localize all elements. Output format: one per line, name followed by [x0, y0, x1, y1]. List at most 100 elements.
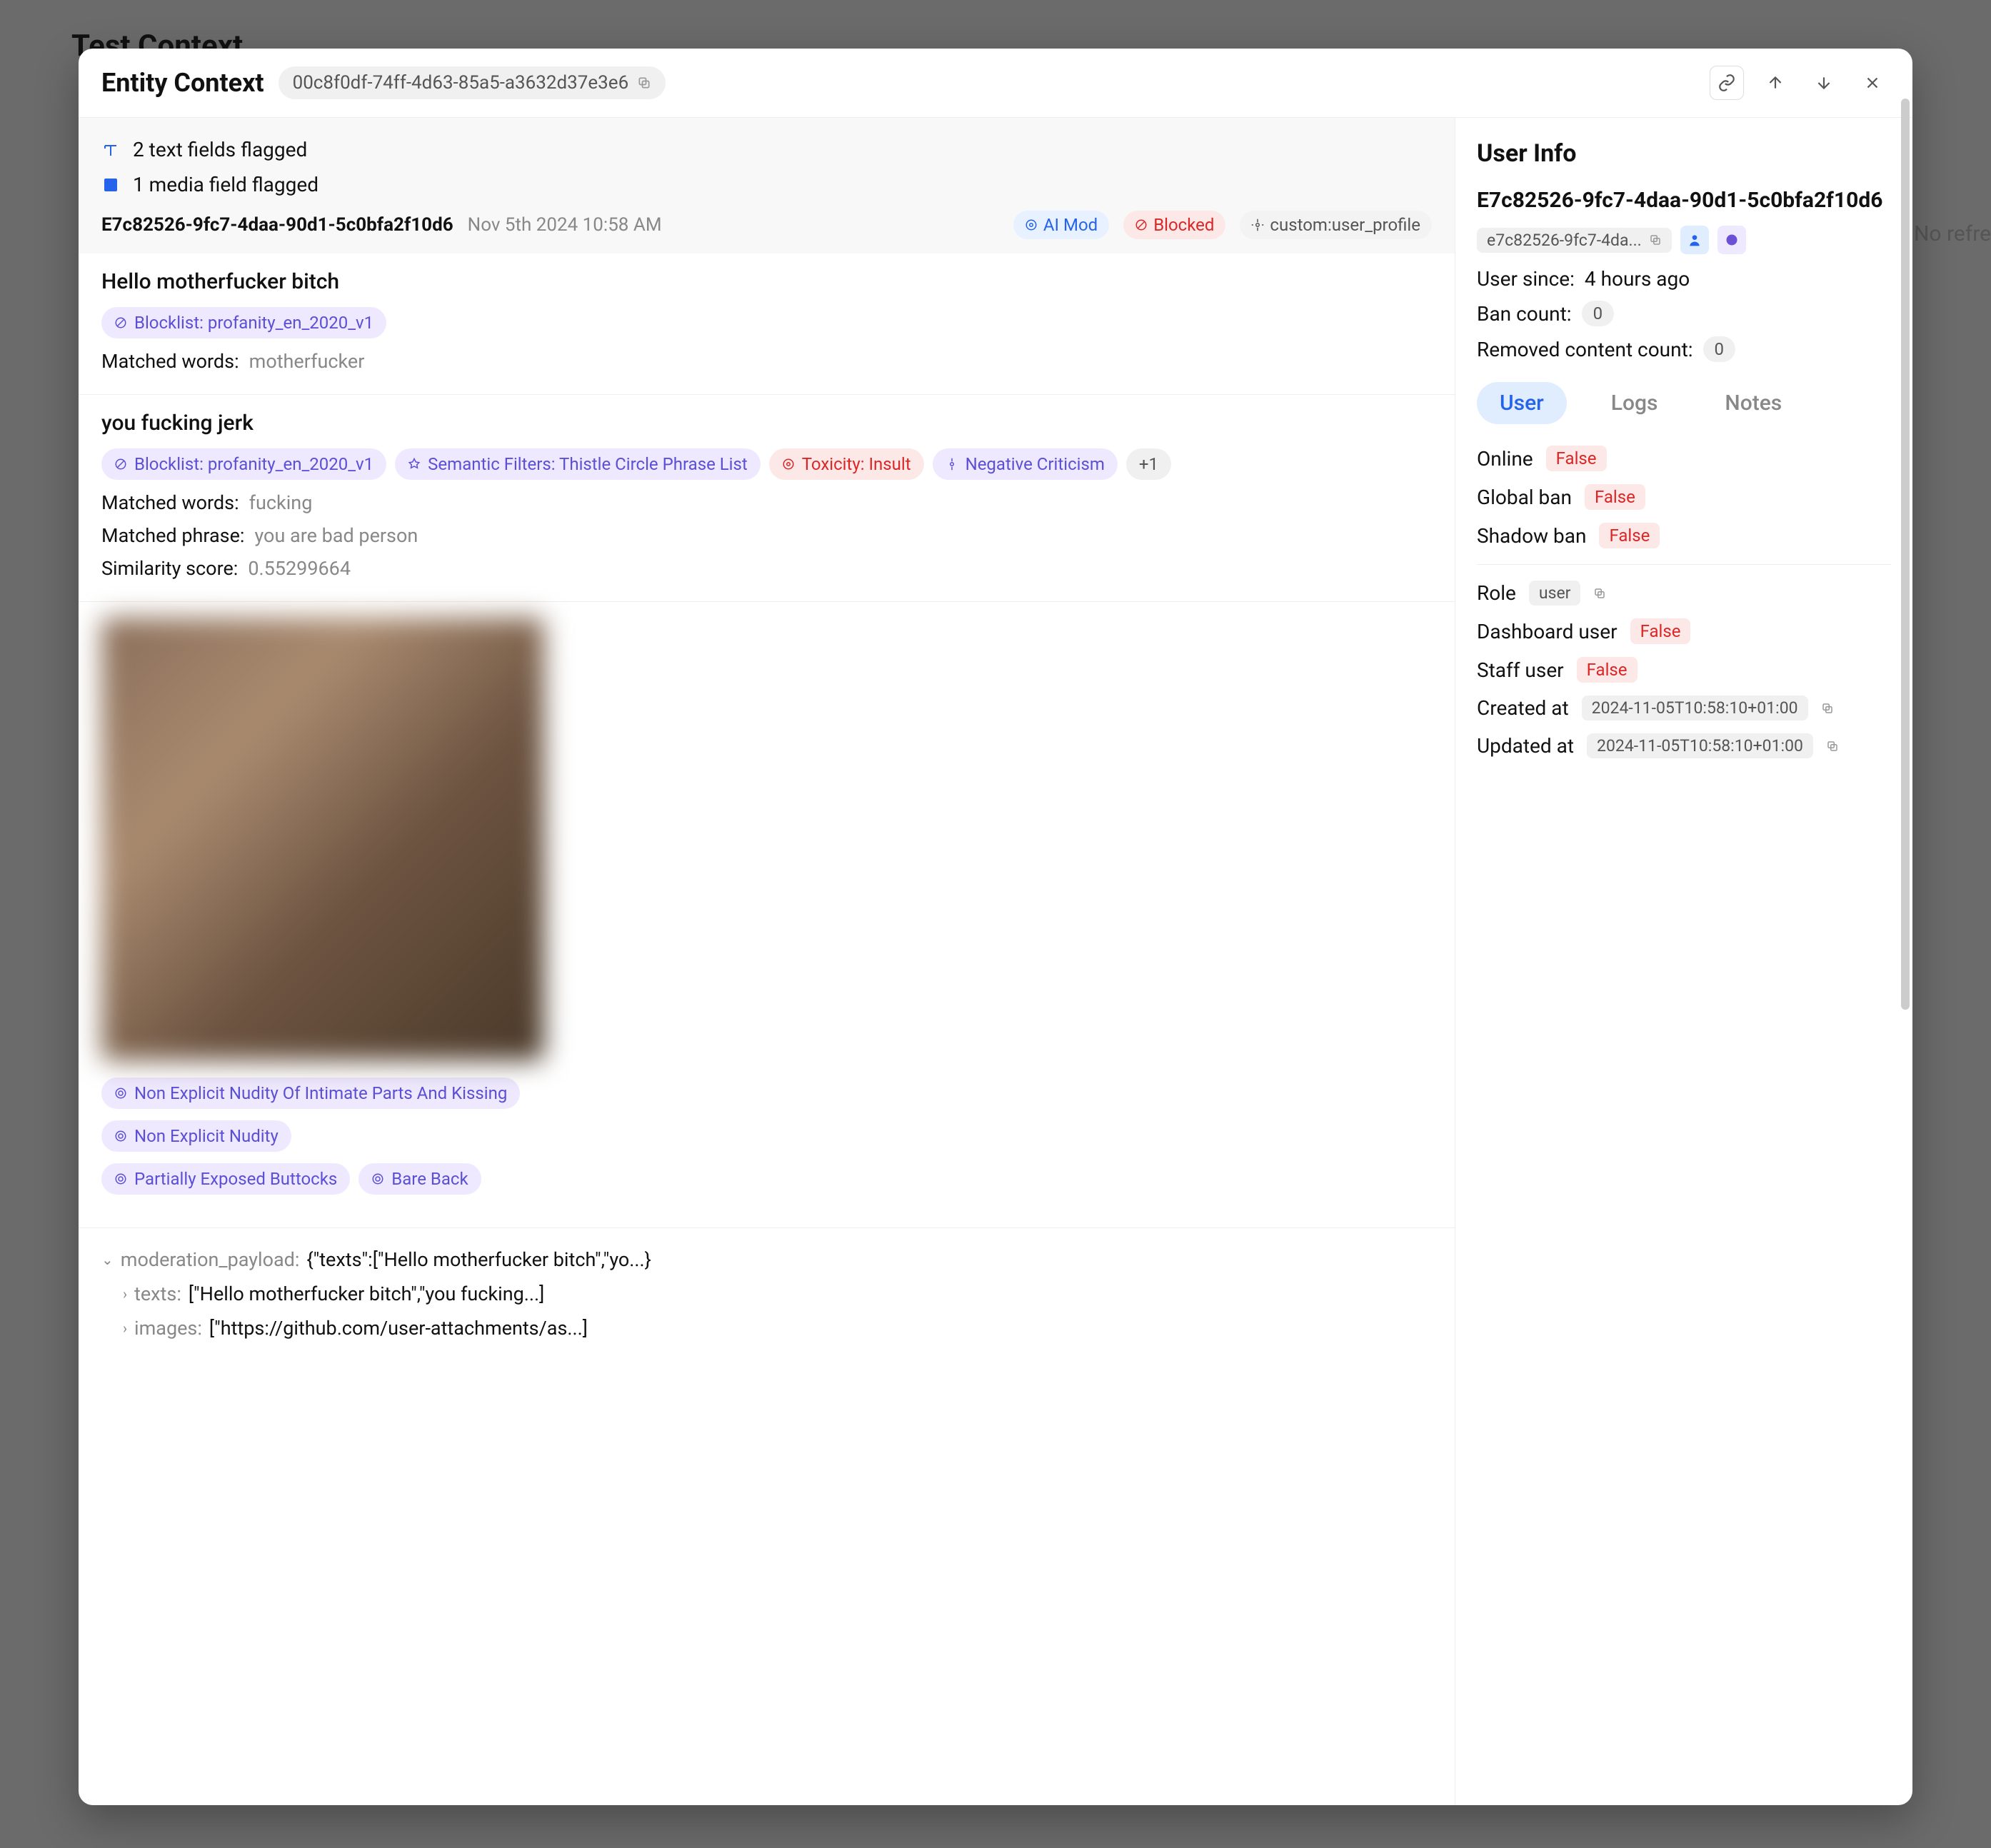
scrollbar-thumb[interactable] — [1901, 99, 1910, 1010]
semantic-filter-tag[interactable]: Semantic Filters: Thistle Circle Phrase … — [395, 448, 761, 480]
payload-root-row[interactable]: ⌄ moderation_payload: {"texts":["Hello m… — [101, 1242, 1432, 1277]
user-since-value: 4 hours ago — [1585, 267, 1690, 291]
modal-header: Entity Context 00c8f0df-74ff-4d63-85a5-a… — [79, 49, 1912, 118]
online-label: Online — [1477, 447, 1533, 471]
arrow-down-button[interactable] — [1807, 66, 1841, 100]
copy-icon[interactable] — [1826, 740, 1839, 753]
matched-words-value: motherfucker — [249, 350, 365, 373]
custom-type-pill: custom:user_profile — [1240, 211, 1432, 239]
nudity-tag-3[interactable]: Partially Exposed Buttocks — [101, 1163, 350, 1195]
copy-icon[interactable] — [1821, 702, 1834, 715]
nudity-tag-1-text: Non Explicit Nudity Of Intimate Parts An… — [134, 1083, 507, 1103]
sidebar-tabs: User Logs Notes — [1477, 382, 1891, 424]
blocked-text: Blocked — [1153, 215, 1214, 235]
media-flag-row: 1 media field flagged — [101, 167, 1432, 202]
payload-images-row[interactable]: › images: ["https://github.com/user-atta… — [101, 1311, 1432, 1345]
user-short-id-pill: e7c82526-9fc7-4da... — [1477, 228, 1672, 253]
payload-value: {"texts":["Hello motherfucker bitch","yo… — [306, 1248, 651, 1271]
semantic-filter-text: Semantic Filters: Thistle Circle Phrase … — [428, 454, 748, 474]
payload-texts-value: ["Hello motherfucker bitch","you fucking… — [189, 1282, 544, 1305]
chevron-down-icon: ⌄ — [101, 1251, 114, 1268]
matched-words-value-2: fucking — [249, 491, 313, 514]
shadow-ban-label: Shadow ban — [1477, 524, 1586, 548]
nudity-tag-4[interactable]: Bare Back — [358, 1163, 481, 1195]
tab-user[interactable]: User — [1477, 382, 1567, 424]
online-value: False — [1546, 446, 1607, 471]
nudity-tag-2-text: Non Explicit Nudity — [134, 1126, 279, 1146]
tab-notes[interactable]: Notes — [1702, 382, 1805, 424]
tab-logs[interactable]: Logs — [1588, 382, 1681, 424]
flagged-image[interactable] — [101, 618, 544, 1060]
updated-at-value: 2024-11-05T10:58:10+01:00 — [1587, 733, 1813, 758]
nudity-tag-2[interactable]: Non Explicit Nudity — [101, 1120, 291, 1152]
payload-key: moderation_payload: — [121, 1248, 300, 1271]
settings-icon[interactable] — [1717, 226, 1746, 254]
chevron-right-icon: › — [123, 1285, 127, 1302]
role-label: Role — [1477, 581, 1516, 605]
created-at-value: 2024-11-05T10:58:10+01:00 — [1582, 695, 1808, 720]
blocklist-tag[interactable]: Blocklist: profanity_en_2020_v1 — [101, 307, 386, 338]
main-content-panel: 2 text fields flagged 1 media field flag… — [79, 118, 1455, 1805]
user-info-panel: User Info E7c82526-9fc7-4daa-90d1-5c0bfa… — [1455, 118, 1912, 1805]
staff-user-value: False — [1577, 657, 1638, 683]
text-flag-label: 2 text fields flagged — [133, 138, 307, 161]
toxicity-tag[interactable]: Toxicity: Insult — [769, 448, 924, 480]
created-at-label: Created at — [1477, 696, 1569, 720]
ai-mod-pill: AI Mod — [1013, 211, 1109, 239]
flagged-text-2: you fucking jerk — [101, 411, 1432, 436]
flagged-text-1: Hello motherfucker bitch — [101, 269, 1432, 294]
payload-images-value: ["https://github.com/user-attachments/as… — [209, 1317, 588, 1340]
matched-phrase-label: Matched phrase: — [101, 524, 244, 547]
blocked-pill: Blocked — [1123, 211, 1225, 239]
payload-texts-key: texts: — [134, 1282, 181, 1305]
scrollbar[interactable] — [1901, 99, 1910, 1755]
matched-words-label: Matched words: — [101, 350, 239, 373]
entity-context-modal: Entity Context 00c8f0df-74ff-4d63-85a5-a… — [79, 49, 1912, 1805]
nudity-tag-1[interactable]: Non Explicit Nudity Of Intimate Parts An… — [101, 1078, 520, 1109]
payload-section: ⌄ moderation_payload: {"texts":["Hello m… — [79, 1228, 1455, 1360]
similarity-label: Similarity score: — [101, 557, 238, 580]
link-button[interactable] — [1710, 66, 1744, 100]
ai-mod-text: AI Mod — [1043, 215, 1098, 235]
close-button[interactable] — [1855, 66, 1890, 100]
matched-words-label-2: Matched words: — [101, 491, 239, 514]
chevron-right-icon: › — [123, 1320, 127, 1337]
user-info-title: User Info — [1477, 139, 1891, 168]
blocklist-2-text: Blocklist: profanity_en_2020_v1 — [134, 454, 373, 474]
meta-row: E7c82526-9fc7-4daa-90d1-5c0bfa2f10d6 Nov… — [101, 202, 1432, 239]
blocklist-text: Blocklist: profanity_en_2020_v1 — [134, 313, 373, 333]
staff-user-label: Staff user — [1477, 658, 1564, 682]
updated-at-label: Updated at — [1477, 734, 1574, 758]
global-ban-label: Global ban — [1477, 486, 1572, 509]
user-short-id: e7c82526-9fc7-4da... — [1487, 231, 1642, 250]
toxicity-text: Toxicity: Insult — [802, 454, 911, 474]
ban-count-label: Ban count: — [1477, 302, 1572, 326]
similarity-value: 0.55299664 — [248, 557, 351, 580]
custom-type-text: custom:user_profile — [1270, 215, 1420, 235]
copy-icon[interactable] — [637, 76, 651, 90]
media-flag-label: 1 media field flagged — [133, 173, 319, 196]
entity-date: Nov 5th 2024 10:58 AM — [468, 214, 662, 236]
text-flag-row: 2 text fields flagged — [101, 132, 1432, 167]
text-section-2: you fucking jerk Blocklist: profanity_en… — [79, 395, 1455, 602]
payload-texts-row[interactable]: › texts: ["Hello motherfucker bitch","yo… — [101, 1277, 1432, 1311]
negative-criticism-tag[interactable]: Negative Criticism — [933, 448, 1118, 480]
dashboard-user-label: Dashboard user — [1477, 620, 1618, 643]
user-since-label: User since: — [1477, 267, 1575, 291]
entity-id-text: 00c8f0df-74ff-4d63-85a5-a3632d37e3e6 — [293, 72, 629, 94]
copy-icon[interactable] — [1649, 233, 1662, 246]
text-section-1: Hello motherfucker bitch Blocklist: prof… — [79, 253, 1455, 395]
removed-count-value: 0 — [1703, 336, 1736, 362]
user-icon[interactable] — [1680, 226, 1709, 254]
ban-count-value: 0 — [1582, 301, 1615, 326]
dashboard-user-value: False — [1630, 618, 1691, 644]
blocklist-tag-2[interactable]: Blocklist: profanity_en_2020_v1 — [101, 448, 386, 480]
media-section: Non Explicit Nudity Of Intimate Parts An… — [79, 602, 1455, 1228]
text-icon — [101, 141, 120, 159]
payload-images-key: images: — [134, 1317, 202, 1340]
arrow-up-button[interactable] — [1758, 66, 1792, 100]
flag-summary: 2 text fields flagged 1 media field flag… — [79, 118, 1455, 253]
plus-one-tag[interactable]: +1 — [1126, 448, 1171, 480]
copy-icon[interactable] — [1593, 587, 1606, 600]
nudity-tag-4-text: Bare Back — [391, 1169, 468, 1189]
